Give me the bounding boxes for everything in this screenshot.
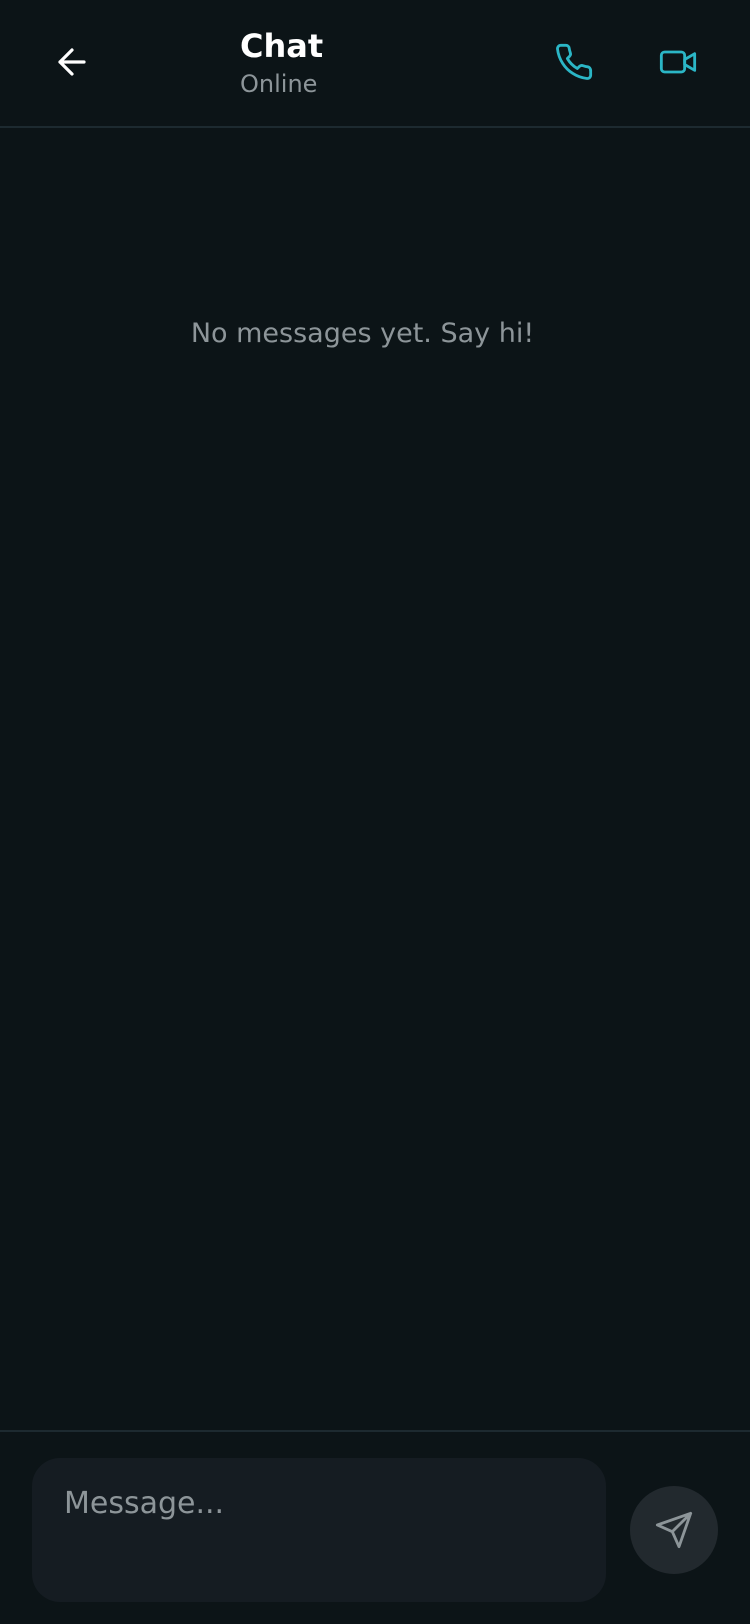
voice-call-button[interactable]: [542, 30, 606, 94]
video-call-button[interactable]: [646, 30, 710, 94]
back-button[interactable]: [40, 30, 104, 94]
message-input-container[interactable]: [32, 1458, 606, 1602]
chat-header: Chat Online: [0, 0, 750, 128]
message-list[interactable]: No messages yet. Say hi!: [0, 128, 750, 1430]
empty-state-text: No messages yet. Say hi!: [190, 318, 535, 349]
message-composer: [0, 1430, 750, 1624]
arrow-left-icon: [58, 48, 86, 76]
send-icon: [655, 1511, 693, 1549]
chat-title: Chat: [240, 27, 324, 65]
send-button[interactable]: [630, 1486, 718, 1574]
message-input[interactable]: [64, 1486, 574, 1574]
video-camera-icon: [659, 50, 697, 74]
chat-title-block: Chat Online: [240, 26, 323, 100]
phone-icon: [556, 43, 593, 80]
status-text: Online: [240, 70, 318, 98]
